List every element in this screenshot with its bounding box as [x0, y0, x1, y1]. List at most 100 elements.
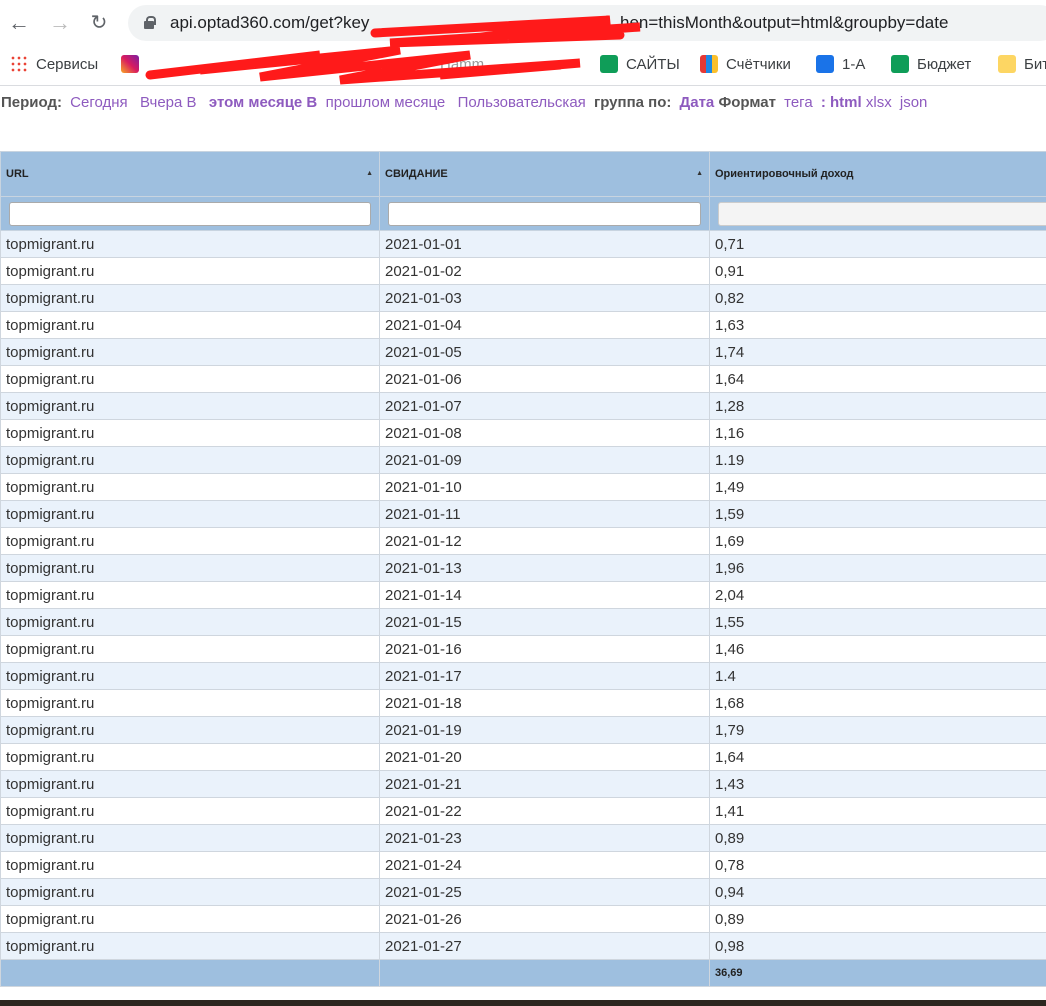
- date-cell: 2021-01-19: [379, 716, 710, 744]
- group-label: группа по:: [593, 94, 672, 111]
- date-cell: 2021-01-17: [379, 662, 710, 690]
- table-row: topmigrant.ru 2021-01-05 1,74: [0, 338, 1046, 366]
- table-row: topmigrant.ru 2021-01-04 1,63: [0, 311, 1046, 339]
- table-row: topmigrant.ru 2021-01-21 1,43: [0, 770, 1046, 798]
- analytics-icon: [700, 55, 718, 73]
- table-row: topmigrant.ru 2021-01-19 1,79: [0, 716, 1046, 744]
- total-revenue: 36,69: [709, 959, 1046, 987]
- reload-button[interactable]: ↻: [87, 10, 111, 36]
- bookmark-folder[interactable]: Бит: [998, 52, 1046, 76]
- url-end: hen=thisMonth&output=html&groupby=date: [620, 13, 949, 32]
- table-row: topmigrant.ru 2021-01-25 0,94: [0, 878, 1046, 906]
- url-filter-input[interactable]: [9, 201, 371, 226]
- revenue-cell: 1,63: [709, 311, 1046, 339]
- date-cell: 2021-01-09: [379, 446, 710, 474]
- date-cell: 2021-01-04: [379, 311, 710, 339]
- hammer-icon: [422, 55, 432, 73]
- table-row: topmigrant.ru 2021-01-02 0,91: [0, 257, 1046, 285]
- google-sheets-icon: [600, 55, 618, 73]
- period-custom-link[interactable]: Пользовательская: [458, 94, 586, 111]
- sort-arrow-icon: ▲: [696, 170, 703, 177]
- date-cell: 2021-01-06: [379, 365, 710, 393]
- url-cell: topmigrant.ru: [0, 365, 380, 393]
- bookmark-instagram[interactable]: [121, 52, 139, 76]
- url-cell: topmigrant.ru: [0, 635, 380, 663]
- table-row: topmigrant.ru 2021-01-26 0,89: [0, 905, 1046, 933]
- revenue-cell: 0,89: [709, 824, 1046, 852]
- period-today-link[interactable]: Сегодня: [70, 94, 128, 111]
- url-cell: topmigrant.ru: [0, 716, 380, 744]
- date-cell: 2021-01-01: [379, 230, 710, 258]
- back-button[interactable]: ←: [7, 10, 31, 36]
- url-cell: topmigrant.ru: [0, 284, 380, 312]
- table-row: topmigrant.ru 2021-01-11 1,59: [0, 500, 1046, 528]
- column-header-revenue[interactable]: Ориентировочный доход: [709, 151, 1046, 197]
- revenue-cell: 1.4: [709, 662, 1046, 690]
- period-last-month-link[interactable]: прошлом месяце: [326, 94, 446, 111]
- group-date-link[interactable]: Дата: [680, 94, 715, 111]
- format-tag-text: тега: [784, 94, 813, 111]
- url-cell: topmigrant.ru: [0, 500, 380, 528]
- date-cell: 2021-01-20: [379, 743, 710, 771]
- column-header-date[interactable]: СВИДАНИЕ ▲: [379, 151, 710, 197]
- date-cell: 2021-01-23: [379, 824, 710, 852]
- url-cell: topmigrant.ru: [0, 230, 380, 258]
- revenue-filter-input[interactable]: [718, 201, 1046, 226]
- google-sheets-icon: [891, 55, 909, 73]
- forward-button[interactable]: →: [48, 10, 72, 36]
- sort-arrow-icon: ▲: [366, 170, 373, 177]
- filter-bar: Период: Сегодня Вчера В этом месяце В пр…: [1, 94, 931, 111]
- revenue-cell: 1,69: [709, 527, 1046, 555]
- table-row: topmigrant.ru 2021-01-24 0,78: [0, 851, 1046, 879]
- period-label: Период:: [1, 94, 62, 111]
- format-xlsx-link[interactable]: xlsx: [866, 94, 892, 111]
- url-start: api.optad360.com/get?key: [170, 13, 370, 32]
- table-row: topmigrant.ru 2021-01-17 1.4: [0, 662, 1046, 690]
- date-filter-input[interactable]: [388, 201, 701, 226]
- table-row: topmigrant.ru 2021-01-03 0,82: [0, 284, 1046, 312]
- revenue-cell: 1,46: [709, 635, 1046, 663]
- bookmark-hamm[interactable]: Hamm: [422, 52, 484, 76]
- date-cell: 2021-01-02: [379, 257, 710, 285]
- revenue-cell: 0,71: [709, 230, 1046, 258]
- revenue-cell: 0,82: [709, 284, 1046, 312]
- address-bar[interactable]: api.optad360.com/get?key hen=thisMonth&o…: [128, 5, 1046, 41]
- date-cell: 2021-01-08: [379, 419, 710, 447]
- period-this-month-link[interactable]: этом месяце В: [209, 94, 317, 111]
- table-row: topmigrant.ru 2021-01-23 0,89: [0, 824, 1046, 852]
- date-cell: 2021-01-18: [379, 689, 710, 717]
- url-cell: topmigrant.ru: [0, 419, 380, 447]
- date-cell: 2021-01-26: [379, 905, 710, 933]
- date-cell: 2021-01-24: [379, 851, 710, 879]
- url-cell: topmigrant.ru: [0, 257, 380, 285]
- url-cell: topmigrant.ru: [0, 824, 380, 852]
- browser-toolbar: ← → ↻ api.optad360.com/get?key hen=thisM…: [0, 0, 1046, 86]
- revenue-table: URL ▲ СВИДАНИЕ ▲ Ориентировочный доход top…: [0, 151, 1046, 987]
- url-cell: topmigrant.ru: [0, 905, 380, 933]
- table-row: topmigrant.ru 2021-01-20 1,64: [0, 743, 1046, 771]
- date-cell: 2021-01-25: [379, 878, 710, 906]
- table-row: topmigrant.ru 2021-01-01 0,71: [0, 230, 1046, 258]
- contact-icon: [816, 55, 834, 73]
- bookmark-1a[interactable]: 1-А: [816, 52, 865, 76]
- column-header-url[interactable]: URL ▲: [0, 151, 380, 197]
- period-yesterday-link[interactable]: Вчера В: [140, 94, 197, 111]
- url-cell: topmigrant.ru: [0, 689, 380, 717]
- url-cell: topmigrant.ru: [0, 446, 380, 474]
- bookmark-services[interactable]: Сервисы: [10, 52, 98, 76]
- revenue-cell: 0,89: [709, 905, 1046, 933]
- bookmark-sites[interactable]: САЙТЫ: [600, 52, 680, 76]
- date-cell: 2021-01-14: [379, 581, 710, 609]
- revenue-cell: 0,78: [709, 851, 1046, 879]
- format-html-link[interactable]: html: [830, 94, 862, 111]
- table-row: topmigrant.ru 2021-01-12 1,69: [0, 527, 1046, 555]
- bookmark-counters[interactable]: Счётчики: [700, 52, 791, 76]
- revenue-cell: 2,04: [709, 581, 1046, 609]
- table-row: topmigrant.ru 2021-01-22 1,41: [0, 797, 1046, 825]
- date-cell: 2021-01-15: [379, 608, 710, 636]
- table-row: topmigrant.ru 2021-01-07 1,28: [0, 392, 1046, 420]
- apps-grid-icon: [10, 55, 28, 73]
- bookmark-budget[interactable]: Бюджет: [891, 52, 971, 76]
- revenue-cell: 1,55: [709, 608, 1046, 636]
- format-json-link[interactable]: json: [900, 94, 928, 111]
